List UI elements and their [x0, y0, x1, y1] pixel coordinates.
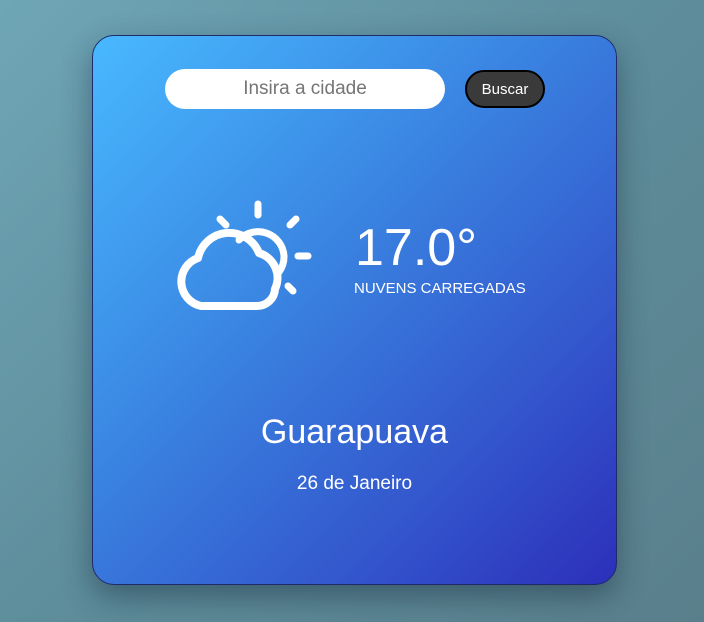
temperature-value: 17.0° — [355, 219, 478, 277]
partly-cloudy-icon — [171, 198, 321, 313]
search-button[interactable]: Buscar — [465, 70, 545, 108]
weather-description: NUVENS CARREGADAS — [354, 280, 526, 297]
date-label: 26 de Janeiro — [296, 473, 413, 494]
weather-card: Buscar 17.0° NUVENS CARREGADAS Guarapuav… — [92, 35, 617, 585]
city-search-input[interactable] — [165, 69, 445, 109]
city-name: Guarapuava — [260, 413, 449, 451]
